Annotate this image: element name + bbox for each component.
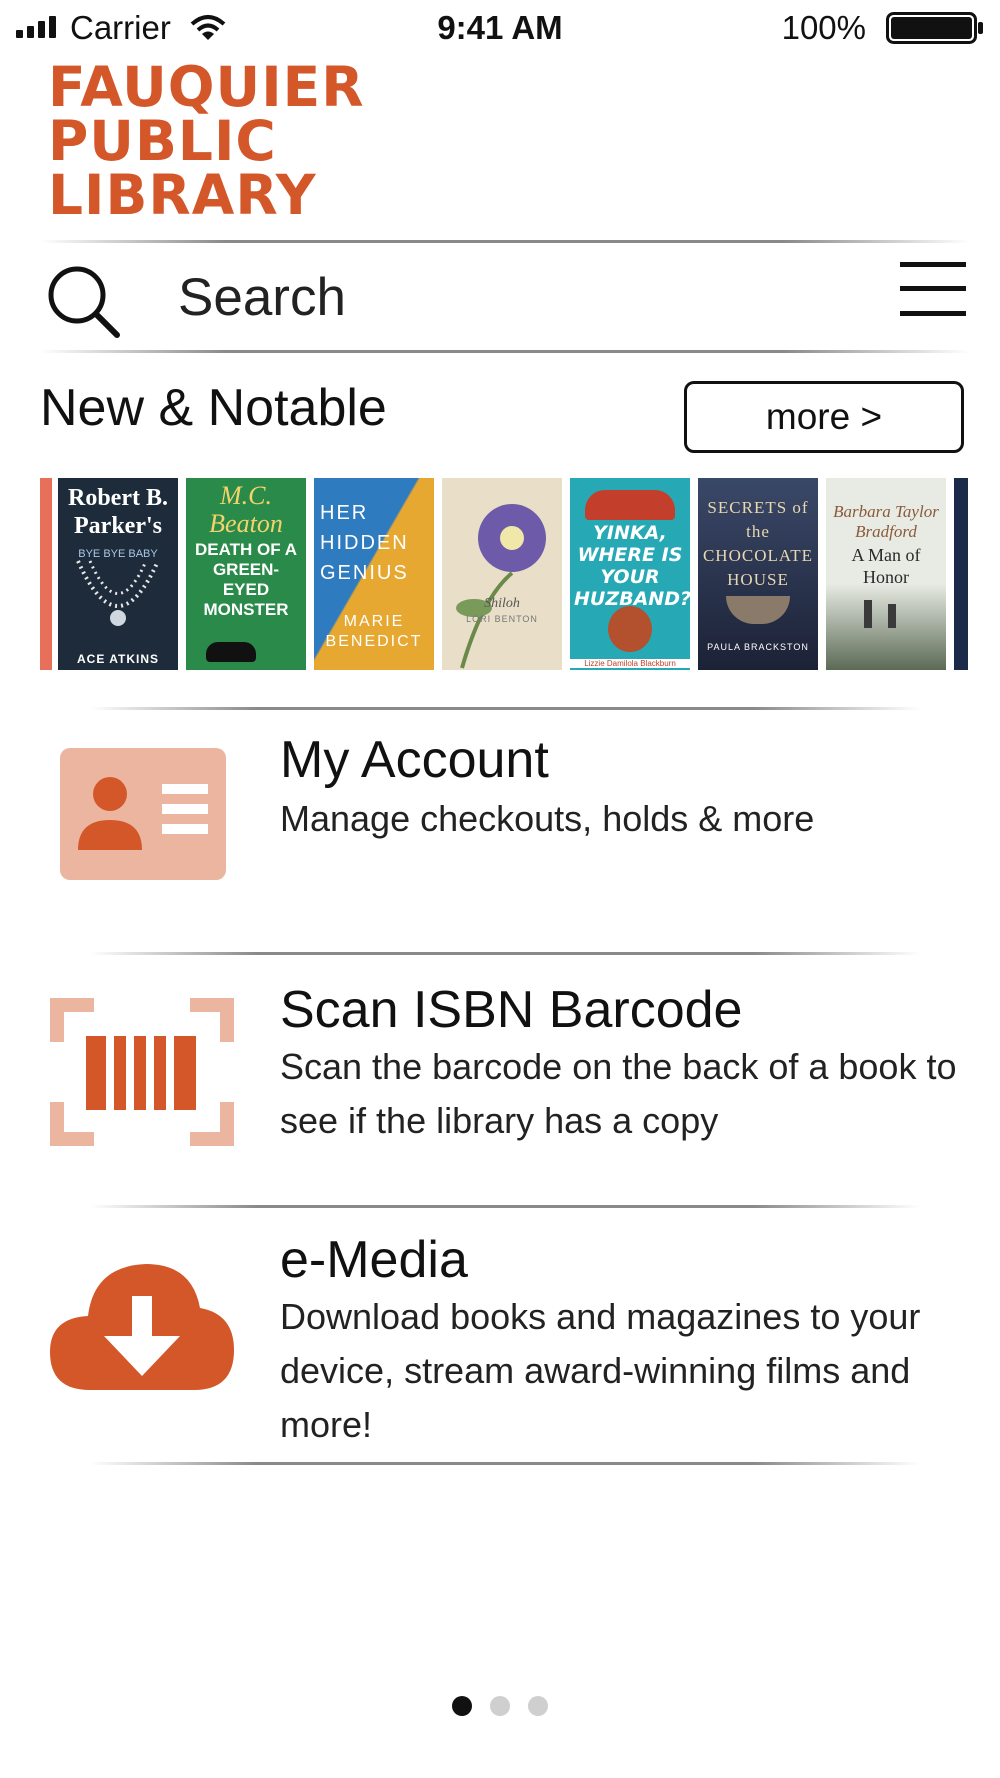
item-description: Download books and magazines to your dev… [280, 1296, 921, 1445]
figures-illustration [585, 490, 675, 520]
battery-percentage: 100% [781, 9, 866, 46]
book-subtitle: DEATH OF A GREEN-EYED MONSTER [195, 540, 297, 619]
cloud-download-icon [50, 1264, 234, 1390]
figures-illustration [864, 600, 872, 628]
page-indicator[interactable] [0, 1696, 1000, 1716]
book-author: Lizzie Damilola Blackburn [570, 659, 690, 668]
divider [90, 1462, 920, 1465]
book-cover-partial[interactable] [954, 478, 968, 670]
id-card-icon [60, 748, 226, 880]
book-cover[interactable]: Robert B. Parker's BYE BYE BABY ACE ATKI… [58, 478, 178, 670]
divider [90, 707, 920, 710]
logo-line: PUBLIC [48, 109, 277, 173]
e-media-item[interactable]: e-Media Download books and magazines to … [40, 1212, 970, 1462]
book-cover[interactable]: HER HIDDEN GENIUS MARIE BENEDICT [314, 478, 434, 670]
book-author: ACE ATKINS [77, 652, 159, 666]
book-title: Shiloh [484, 596, 520, 611]
status-bar: Carrier 9:41 AM 100% [0, 0, 1000, 56]
item-title: My Account [280, 731, 549, 789]
flower-illustration [456, 504, 546, 669]
more-button[interactable]: more > [684, 381, 964, 453]
book-carousel[interactable]: Robert B. Parker's BYE BYE BABY ACE ATKI… [40, 478, 968, 670]
book-cover[interactable]: SECRETS of the CHOCOLATE HOUSE PAULA BRA… [698, 478, 818, 670]
page-dot[interactable] [490, 1696, 510, 1716]
book-title: HER HIDDEN GENIUS [320, 502, 409, 584]
book-cover-partial[interactable] [40, 478, 52, 670]
book-cover[interactable]: Shiloh LORI BENTON [442, 478, 562, 670]
logo-line: FAUQUIER [48, 55, 365, 119]
divider [90, 1205, 920, 1208]
book-title: YINKA, WHERE IS YOUR HUZBAND? [574, 522, 690, 610]
logo-line: LIBRARY [48, 163, 317, 227]
section-title-new-notable: New & Notable [40, 379, 387, 437]
book-author: MARIE BENEDICT [325, 613, 423, 650]
book-cover[interactable]: Barbara Taylor Bradford A Man of Honor [826, 478, 946, 670]
search-icon[interactable] [44, 262, 124, 342]
divider [40, 350, 970, 353]
divider [40, 240, 970, 243]
item-title: e-Media [280, 1231, 468, 1289]
my-account-item[interactable]: My Account Manage checkouts, holds & mor… [40, 712, 970, 942]
pearl-necklace-illustration [76, 560, 160, 626]
barcode-scan-icon [50, 998, 234, 1146]
book-author: LORI BENTON [466, 614, 538, 624]
page-dot[interactable] [452, 1696, 472, 1716]
teacup-illustration [726, 596, 790, 624]
battery-icon [886, 12, 983, 44]
face-illustration [608, 606, 652, 652]
book-title: Robert B. Parker's [68, 485, 168, 539]
book-title: M.C. Beaton [209, 481, 283, 538]
book-cover[interactable]: YINKA, WHERE IS YOUR HUZBAND? Lizzie Dam… [570, 478, 690, 670]
book-title: SECRETS of the CHOCOLATE HOUSE [702, 498, 814, 589]
library-logo: FAUQUIER PUBLIC LIBRARY [48, 55, 365, 227]
search-input[interactable] [178, 262, 758, 332]
scan-isbn-item[interactable]: Scan ISBN Barcode Scan the barcode on th… [40, 960, 970, 1200]
book-title: Barbara Taylor Bradford [833, 502, 939, 541]
divider [90, 952, 920, 955]
book-author: PAULA BRACKSTON [707, 642, 809, 652]
page-dot[interactable] [528, 1696, 548, 1716]
item-description: Manage checkouts, holds & more [280, 798, 815, 839]
item-title: Scan ISBN Barcode [280, 981, 743, 1039]
figures-illustration [888, 604, 896, 628]
book-subtitle: A Man of Honor [851, 545, 921, 587]
book-cover[interactable]: M.C. Beaton DEATH OF A GREEN-EYED MONSTE… [186, 478, 306, 670]
cat-illustration [206, 642, 256, 662]
hamburger-menu-icon[interactable] [900, 260, 966, 318]
item-description: Scan the barcode on the back of a book t… [280, 1046, 957, 1141]
